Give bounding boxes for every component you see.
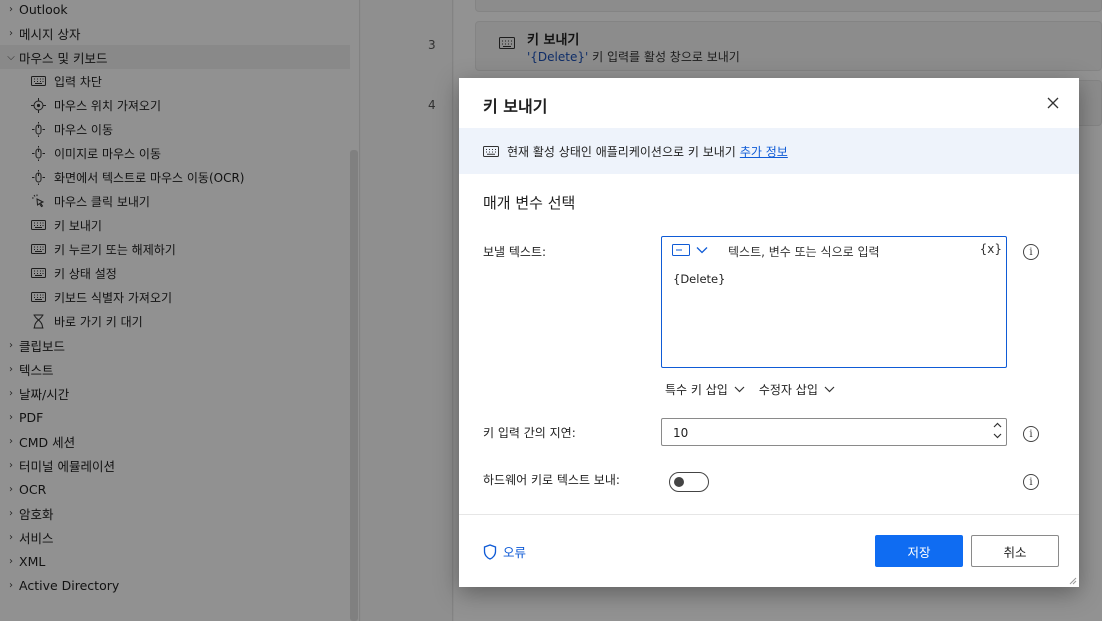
- text-field-icon: [672, 244, 690, 256]
- increment-button[interactable]: [993, 421, 1002, 432]
- send-text-value: {Delete}: [673, 272, 726, 286]
- resize-grip-icon[interactable]: [1067, 575, 1077, 585]
- dialog-title: 키 보내기: [483, 97, 548, 116]
- error-button[interactable]: 오류: [483, 542, 526, 561]
- insert-links: 특수 키 삽입 수정자 삽입: [665, 381, 835, 398]
- hardware-info-icon[interactable]: i: [1023, 474, 1039, 490]
- shield-icon: [483, 543, 497, 560]
- send-text-placeholder: 텍스트, 변수 또는 식으로 입력: [728, 245, 880, 259]
- chevron-down-icon: [734, 386, 745, 393]
- chevron-down-icon: [696, 247, 708, 254]
- info-banner: 현재 활성 상태인 애플리케이션으로 키 보내기 추가 정보: [459, 128, 1079, 174]
- decrement-button[interactable]: [993, 432, 1002, 443]
- send-text-label: 보낼 텍스트:: [483, 245, 547, 259]
- close-button[interactable]: [1043, 93, 1063, 113]
- delay-info-icon[interactable]: i: [1023, 426, 1039, 442]
- insert-variable-button[interactable]: {x}: [980, 242, 1002, 256]
- delay-input[interactable]: 10: [661, 418, 1007, 446]
- section-title: 매개 변수 선택: [483, 194, 576, 212]
- footer-divider: [459, 514, 1079, 515]
- insert-special-key-button[interactable]: 특수 키 삽입: [665, 381, 745, 398]
- hardware-toggle[interactable]: [669, 472, 709, 492]
- insert-modifier-button[interactable]: 수정자 삽입: [759, 381, 835, 398]
- save-button[interactable]: 저장: [875, 535, 963, 567]
- delay-value: 10: [673, 426, 689, 440]
- chevron-up-icon: [993, 422, 1002, 428]
- error-label: 오류: [503, 545, 527, 560]
- send-keys-dialog: 키 보내기 현재 활성 상태인 애플리케이션으로 키 보내기 추가 정보 매개 …: [459, 78, 1079, 587]
- delay-label: 키 입력 간의 지연:: [483, 426, 576, 440]
- close-icon: [1047, 97, 1059, 109]
- hardware-label: 하드웨어 키로 텍스트 보내:: [483, 473, 620, 487]
- send-text-input[interactable]: 텍스트, 변수 또는 식으로 입력 {x} {Delete}: [661, 236, 1007, 368]
- keyboard-icon: [483, 145, 499, 157]
- insert-special-key-label: 특수 키 삽입: [665, 383, 728, 397]
- banner-text: 현재 활성 상태인 애플리케이션으로 키 보내기: [507, 144, 736, 159]
- toggle-knob: [674, 477, 684, 487]
- cancel-button[interactable]: 취소: [971, 535, 1059, 567]
- more-info-link[interactable]: 추가 정보: [740, 143, 788, 160]
- chevron-down-icon: [993, 433, 1002, 439]
- insert-modifier-label: 수정자 삽입: [758, 383, 818, 397]
- delay-spinner: [993, 421, 1002, 443]
- chevron-down-icon: [824, 386, 835, 393]
- text-type-dropdown[interactable]: [672, 244, 708, 256]
- send-text-info-icon[interactable]: i: [1023, 244, 1039, 260]
